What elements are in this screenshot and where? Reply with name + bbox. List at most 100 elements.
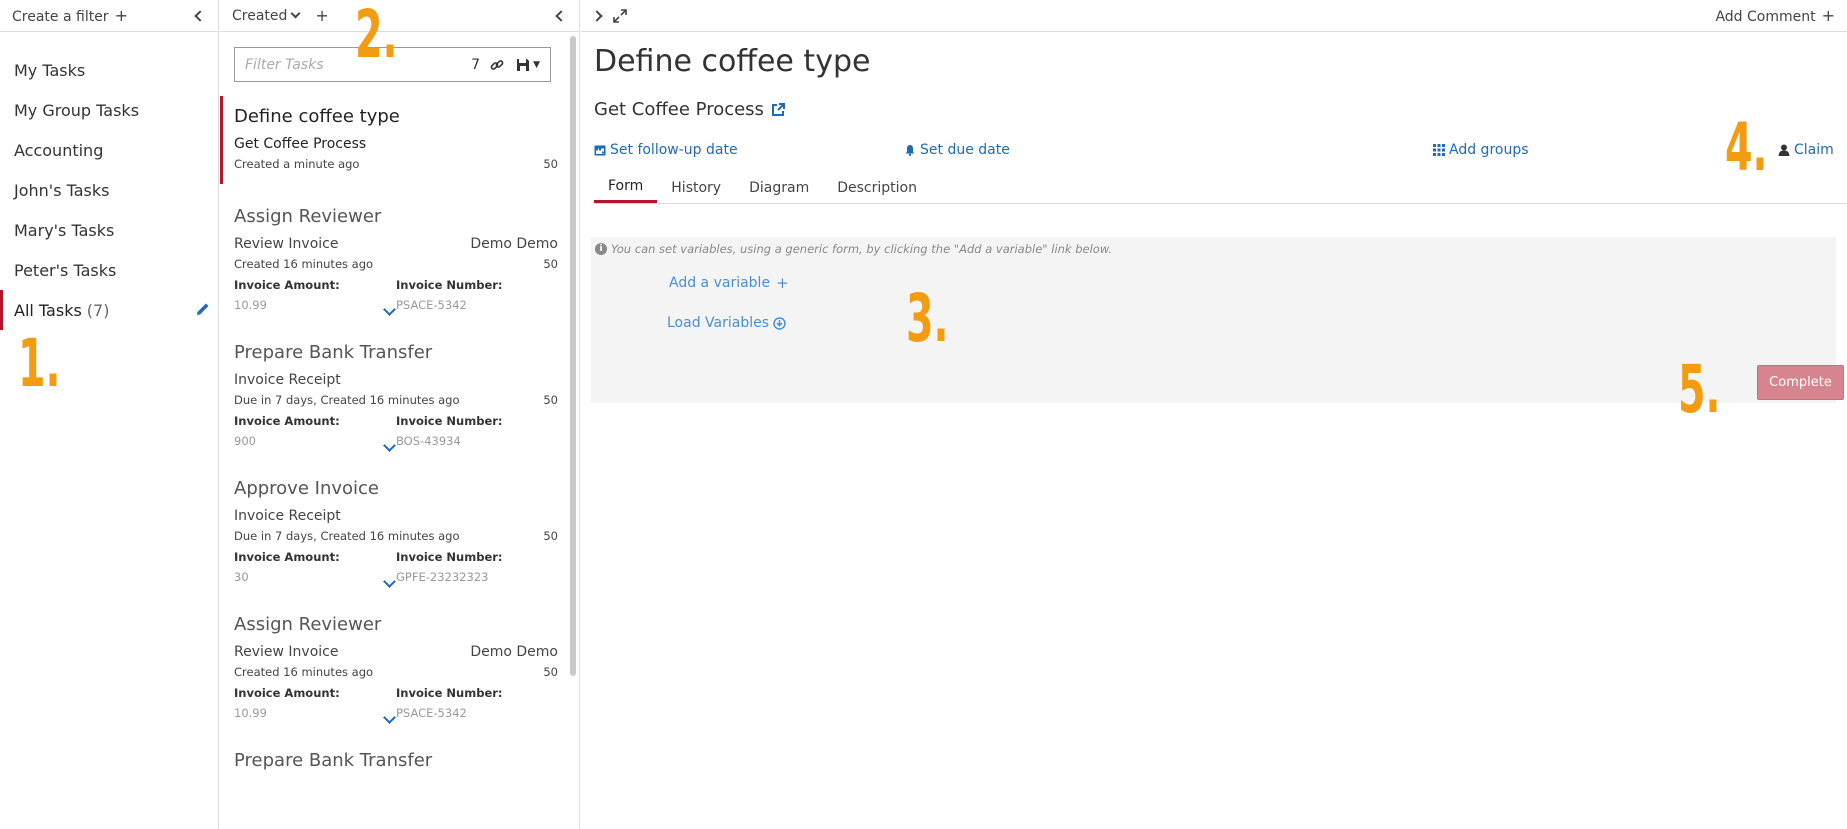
add-groups-label: Add groups xyxy=(1449,142,1529,158)
annotation-4: 4. xyxy=(1725,109,1768,186)
followup-label: Set follow-up date xyxy=(610,142,738,158)
load-variables-link[interactable]: Load Variables xyxy=(667,315,786,331)
variable-value: 10.99 xyxy=(234,298,267,312)
tab-diagram[interactable]: Diagram xyxy=(735,172,823,203)
task-detail-panel: Add Comment + Define coffee type Get Coff… xyxy=(581,0,1847,829)
variable-value: BOS-43934 xyxy=(396,434,461,448)
task-created: Due in 7 days, Created 16 minutes ago xyxy=(234,393,460,407)
filter-item-peters-tasks[interactable]: Peter's Tasks xyxy=(0,250,218,290)
tasklist-app: Create a filter + My Tasks My Group Tasks… xyxy=(0,0,1847,829)
load-variables-label: Load Variables xyxy=(667,315,770,331)
tab-form[interactable]: Form xyxy=(594,172,658,203)
create-filter-label: Create a filter xyxy=(12,9,109,25)
detail-header: Add Comment + xyxy=(581,0,1847,32)
add-variable-label: Add a variable xyxy=(669,275,771,291)
chevron-down-icon xyxy=(290,8,301,19)
process-link[interactable]: Get Coffee Process xyxy=(594,99,1847,120)
task-card[interactable]: Define coffee type Get Coffee Process Cr… xyxy=(220,96,572,184)
set-followup-date-button[interactable]: Set follow-up date xyxy=(594,142,738,158)
download-circle-icon xyxy=(773,316,786,330)
task-card[interactable]: Assign Reviewer Review Invoice Demo Demo… xyxy=(220,196,572,318)
task-meta: Created 16 minutes ago 50 xyxy=(234,257,558,271)
add-groups-button[interactable]: Add groups xyxy=(1433,142,1529,158)
complete-button[interactable]: Complete xyxy=(1757,365,1844,400)
set-due-date-button[interactable]: Set due date xyxy=(904,142,1010,158)
filter-item-label: My Group Tasks xyxy=(14,100,140,120)
annotation-1: 1. xyxy=(18,325,61,402)
task-meta: Due in 7 days, Created 16 minutes ago 50 xyxy=(234,393,558,407)
sort-label: Created xyxy=(232,7,288,24)
create-filter-button[interactable]: Create a filter + xyxy=(12,6,128,25)
task-name: Assign Reviewer xyxy=(234,614,382,635)
variable-label: Invoice Number: xyxy=(396,550,503,564)
filter-item-my-tasks[interactable]: My Tasks xyxy=(0,50,218,90)
maximize-icon[interactable] xyxy=(613,8,627,23)
sort-dropdown[interactable]: Created xyxy=(232,7,301,24)
form-hint: i You can set variables, using a generic… xyxy=(595,242,1836,256)
task-card[interactable]: Prepare Bank Transfer xyxy=(220,740,572,786)
task-variables: Invoice Amount: 900 Invoice Number: BOS-43… xyxy=(234,414,558,448)
task-name: Prepare Bank Transfer xyxy=(234,342,433,363)
form-hint-text: You can set variables, using a generic f… xyxy=(611,242,1113,256)
annotation-2: 2. xyxy=(355,0,398,73)
filter-item-johns-tasks[interactable]: John's Tasks xyxy=(0,170,218,210)
link-icon[interactable] xyxy=(490,58,504,72)
variable-label: Invoice Number: xyxy=(396,278,503,292)
filter-item-label: John's Tasks xyxy=(14,180,110,200)
filter-item-label: Mary's Tasks xyxy=(14,220,115,240)
filter-item-label: My Tasks xyxy=(14,60,86,80)
variable-value: 10.99 xyxy=(234,706,267,720)
calendar-icon xyxy=(594,145,606,156)
variable-value: GPFE-23232323 xyxy=(396,570,489,584)
collapse-list-icon[interactable] xyxy=(555,9,567,22)
task-process: Invoice Receipt xyxy=(234,372,558,388)
pencil-icon[interactable] xyxy=(196,302,210,316)
claim-button[interactable]: Claim xyxy=(1778,142,1834,158)
tasklist-scrollbar[interactable] xyxy=(570,36,576,676)
task-priority: 50 xyxy=(543,665,558,679)
variable-value: PSACE-5342 xyxy=(396,298,467,312)
add-variable-link[interactable]: Add a variable + xyxy=(669,274,789,292)
filter-list: My Tasks My Group Tasks Accounting John'… xyxy=(0,50,218,330)
expand-panel-icon[interactable] xyxy=(591,9,603,22)
add-comment-label: Add Comment xyxy=(1715,9,1816,25)
task-variables: Invoice Amount: 10.99 Invoice Number: PSAC… xyxy=(234,278,558,312)
task-card[interactable]: Assign Reviewer Review Invoice Demo Demo… xyxy=(220,604,572,726)
variable-label: Invoice Amount: xyxy=(234,278,340,292)
add-sorting-button[interactable]: + xyxy=(315,6,328,25)
filter-item-accounting[interactable]: Accounting xyxy=(0,130,218,170)
variable-label: Invoice Amount: xyxy=(234,414,340,428)
tab-history[interactable]: History xyxy=(657,172,735,203)
tab-description[interactable]: Description xyxy=(823,172,931,203)
filter-item-all-tasks[interactable]: All Tasks (7) xyxy=(0,290,218,330)
external-link-icon xyxy=(771,102,785,116)
task-meta: Created a minute ago 50 xyxy=(234,157,558,171)
filter-item-label: All Tasks xyxy=(14,300,82,320)
collapse-left-icon[interactable] xyxy=(194,9,206,22)
filter-item-label: Accounting xyxy=(14,140,104,160)
task-process: Review Invoice Demo Demo xyxy=(234,236,558,252)
task-process: Review Invoice Demo Demo xyxy=(234,644,558,660)
task-created: Created a minute ago xyxy=(234,157,360,171)
task-name: Prepare Bank Transfer xyxy=(234,750,433,771)
due-date-label: Set due date xyxy=(920,142,1010,158)
task-card[interactable]: Approve Invoice Invoice Receipt Due in 7… xyxy=(220,468,572,590)
filter-item-my-group-tasks[interactable]: My Group Tasks xyxy=(0,90,218,130)
task-priority: 50 xyxy=(543,257,558,271)
save-icon[interactable] xyxy=(516,58,530,72)
caret-down-icon[interactable]: ▼ xyxy=(533,60,540,70)
task-process: Invoice Receipt xyxy=(234,508,558,524)
task-created: Created 16 minutes ago xyxy=(234,257,374,271)
grid-icon xyxy=(1433,144,1445,156)
add-comment-button[interactable]: Add Comment + xyxy=(1715,6,1835,25)
tasklist-header: Created + xyxy=(220,0,579,32)
generic-form-panel: i You can set variables, using a generic… xyxy=(591,237,1844,403)
task-process: Get Coffee Process xyxy=(234,136,558,152)
filter-item-marys-tasks[interactable]: Mary's Tasks xyxy=(0,210,218,250)
variable-label: Invoice Number: xyxy=(396,686,503,700)
task-title: Define coffee type xyxy=(594,44,871,79)
task-card[interactable]: Prepare Bank Transfer Invoice Receipt Du… xyxy=(220,332,572,454)
task-assignee: Demo Demo xyxy=(470,236,558,252)
task-list: Define coffee type Get Coffee Process Cr… xyxy=(220,96,579,786)
task-name: Approve Invoice xyxy=(234,478,379,499)
